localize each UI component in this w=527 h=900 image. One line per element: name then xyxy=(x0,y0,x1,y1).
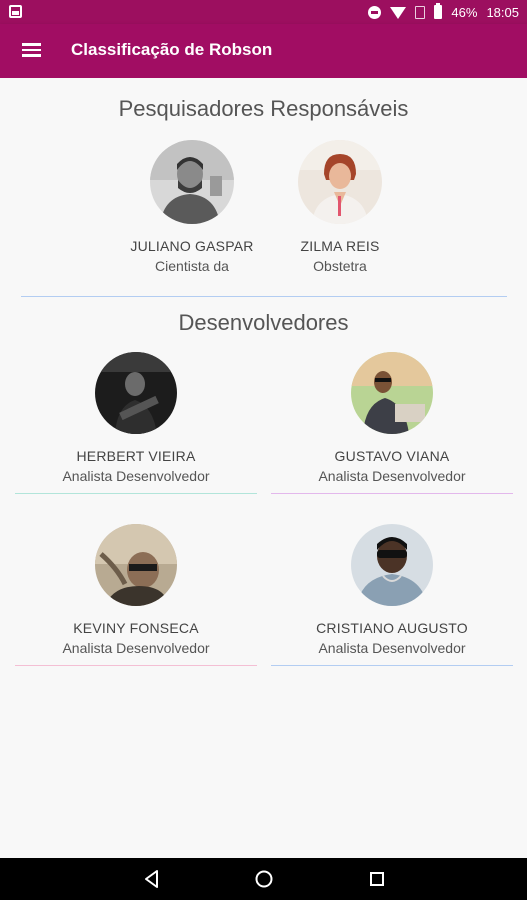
person-name: JULIANO GASPAR xyxy=(130,238,254,254)
sim-icon xyxy=(415,5,426,19)
do-not-disturb-icon xyxy=(368,5,382,19)
app-title: Classificação de Robson xyxy=(71,40,273,59)
divider xyxy=(21,296,507,297)
researcher-card[interactable]: JULIANO GASPAR Cientista da xyxy=(112,140,272,280)
divider xyxy=(15,493,257,494)
wifi-icon xyxy=(390,7,407,19)
avatar xyxy=(95,524,177,606)
home-icon[interactable] xyxy=(254,869,274,889)
content: Pesquisadores Responsáveis JULIANO GASPA… xyxy=(0,78,527,858)
avatar xyxy=(150,140,234,224)
person-role: Analista Desenvolvedor xyxy=(318,640,466,656)
back-icon[interactable] xyxy=(142,869,162,889)
battery-percent: 46% xyxy=(451,4,478,20)
person-role: Analista Desenvolvedor xyxy=(318,468,466,484)
divider xyxy=(271,665,513,666)
person-name: HERBERT VIEIRA xyxy=(76,448,196,464)
developers-title: Desenvolvedores xyxy=(178,310,349,335)
avatar xyxy=(298,140,382,224)
divider xyxy=(271,493,513,494)
researchers-title: Pesquisadores Responsáveis xyxy=(118,96,409,121)
person-name: GUSTAVO VIANA xyxy=(334,448,450,464)
battery-icon xyxy=(434,3,443,19)
recents-icon[interactable] xyxy=(367,869,387,889)
developer-card[interactable]: KEVINY FONSECA Analista Desenvolvedor xyxy=(15,524,257,656)
image-notification-icon xyxy=(9,5,22,18)
avatar xyxy=(351,352,433,434)
app-bar: Classificação de Robson xyxy=(0,24,527,78)
avatar xyxy=(351,524,433,606)
navigation-bar xyxy=(0,858,527,900)
divider xyxy=(15,665,257,666)
person-name: ZILMA REIS xyxy=(300,238,380,254)
person-role: Cientista da xyxy=(155,258,229,274)
status-bar: 46% 18:05 xyxy=(0,0,527,24)
person-name: CRISTIANO AUGUSTO xyxy=(316,620,468,636)
developer-card[interactable]: CRISTIANO AUGUSTO Analista Desenvolvedor xyxy=(271,524,513,656)
person-role: Obstetra xyxy=(313,258,367,274)
person-role: Analista Desenvolvedor xyxy=(62,468,210,484)
menu-icon[interactable] xyxy=(22,43,41,57)
developer-card[interactable]: GUSTAVO VIANA Analista Desenvolvedor xyxy=(271,352,513,484)
avatar xyxy=(95,352,177,434)
person-role: Analista Desenvolvedor xyxy=(62,640,210,656)
clock: 18:05 xyxy=(486,4,519,20)
status-icons: 46% 18:05 xyxy=(368,3,519,21)
researcher-card[interactable]: ZILMA REIS Obstetra xyxy=(260,140,420,274)
person-name: KEVINY FONSECA xyxy=(73,620,199,636)
developer-card[interactable]: HERBERT VIEIRA Analista Desenvolvedor xyxy=(15,352,257,484)
